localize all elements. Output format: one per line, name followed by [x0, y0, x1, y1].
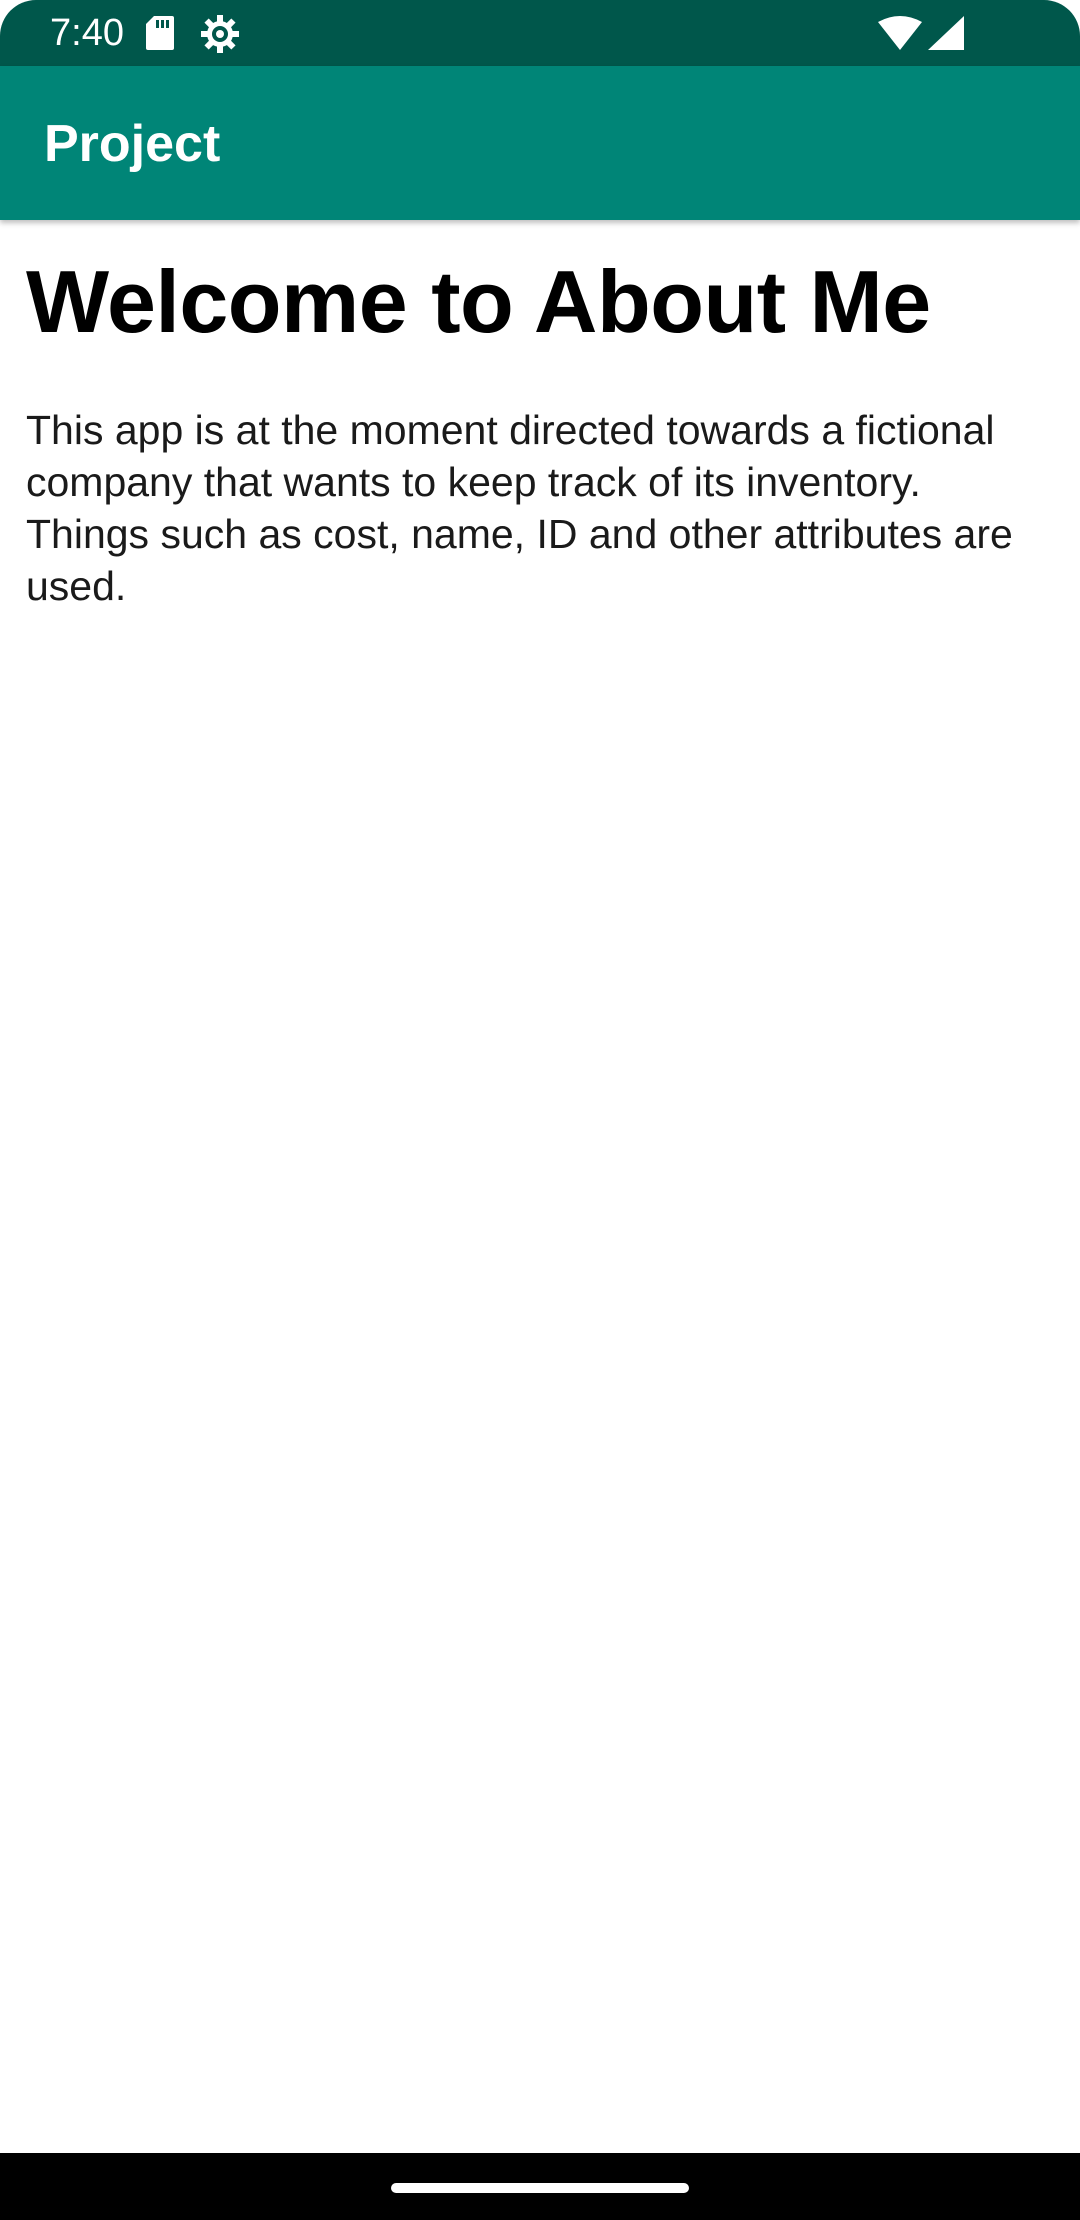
screen: 7:40 Project Welcome to About Me This ap… — [0, 0, 1080, 2220]
page-heading: Welcome to About Me — [26, 252, 931, 351]
home-handle[interactable] — [391, 2183, 689, 2193]
content-area: Welcome to About Me This app is at the m… — [26, 220, 1046, 612]
status-bar: 7:40 — [0, 0, 1080, 66]
app-title: Project — [44, 115, 221, 173]
wifi-icon — [878, 16, 922, 50]
navigation-bar — [0, 2153, 1080, 2220]
app-bar: Project — [0, 66, 1080, 220]
sd-card-icon — [146, 16, 174, 50]
status-time: 7:40 — [50, 12, 124, 54]
description-text: This app is at the moment directed towar… — [26, 407, 1013, 609]
gear-icon — [201, 15, 239, 53]
signal-icon — [928, 16, 964, 50]
